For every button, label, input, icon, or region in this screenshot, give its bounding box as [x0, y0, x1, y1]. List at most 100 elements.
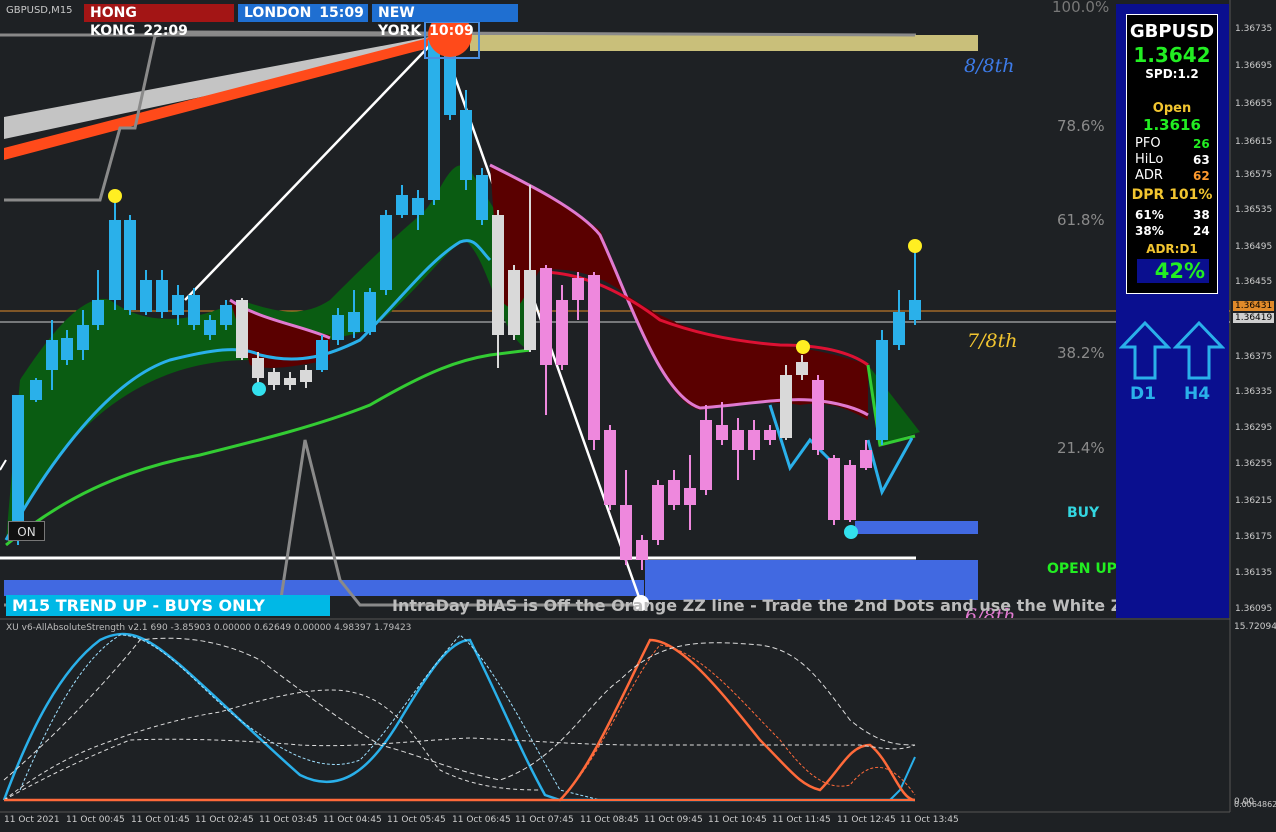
buy-signal-label: BUY [1067, 505, 1100, 521]
candle-body [716, 425, 728, 440]
candle-body [204, 320, 216, 335]
candle-body [540, 268, 552, 365]
murrey-label-8-8: 8/8th [964, 55, 1015, 77]
indicator-header: XU v6-AllAbsoluteStrength v2.1 690 -3.85… [6, 623, 412, 633]
candle-body [844, 465, 856, 520]
candle-body [780, 375, 792, 438]
candle-body [732, 430, 744, 450]
price-axis-label: 1.36375 [1235, 352, 1273, 362]
fib-label-214: 21.4% [1057, 439, 1105, 457]
open-up-signal-label: OPEN UP [1047, 561, 1117, 577]
murrey-label-7-8: 7/8th [967, 330, 1018, 352]
on-button[interactable]: ON [8, 521, 45, 541]
candle-body [748, 430, 760, 450]
candle-body [412, 198, 424, 215]
stat-label-hilo: HiLo [1135, 152, 1164, 167]
chart-window[interactable]: GBPUSD,M15 HONG KONG 22:09 LONDON 15:09 NEW … [0, 0, 1276, 832]
candle-body [556, 300, 568, 365]
time-axis-label: 11 Oct 06:45 [452, 815, 511, 825]
time-axis-label: 11 Oct 02:45 [195, 815, 254, 825]
price-axis-label: 1.36455 [1235, 277, 1273, 287]
cyan-dot-2 [844, 525, 858, 539]
indicator-axis-bottom: 0.0064862 [1234, 800, 1276, 809]
symbol-timeframe-label: GBPUSD,M15 [6, 5, 73, 16]
time-axis-label: 11 Oct 10:45 [708, 815, 767, 825]
candle-body [380, 215, 392, 290]
candle-body [316, 340, 328, 370]
price-axis-label: 1.36419 [1233, 313, 1275, 323]
price-axis-label: 1.36431 [1233, 301, 1275, 311]
session-clock-hong-kong: HONG KONG 22:09 [84, 4, 234, 39]
arrow-label-d1: D1 [1130, 384, 1156, 404]
price-axis-label: 1.36095 [1235, 604, 1273, 614]
candle-body [668, 480, 680, 505]
candle-body [236, 300, 248, 358]
time-axis-label: 11 Oct 2021 [4, 815, 60, 825]
candle-body [764, 430, 776, 440]
candle-body [428, 40, 440, 200]
candle-body [46, 340, 58, 370]
d1-up-arrow-icon [1119, 320, 1171, 380]
price-axis-label: 1.36215 [1235, 496, 1273, 506]
fib-label-100: 100.0% [1052, 0, 1110, 16]
candle-body [796, 362, 808, 375]
candle-body [893, 312, 905, 345]
cyan-dot-1 [252, 382, 266, 396]
session-name: HONG KONG [90, 5, 137, 39]
fib-label-786: 78.6% [1057, 117, 1105, 135]
stat-value-adr: 62 [1193, 169, 1210, 183]
fib-row-label-38: 38% [1135, 224, 1164, 238]
adr-percent-box: 42% [1137, 259, 1209, 283]
dashboard-open-value: 1.3616 [1143, 116, 1201, 134]
candle-body [92, 300, 104, 325]
dashboard-box: GBPUSD 1.3642 SPD:1.2 Open 1.3616 PFO 26… [1126, 14, 1218, 294]
stat-label-pfo: PFO [1135, 136, 1161, 151]
time-axis-label: 11 Oct 07:45 [515, 815, 574, 825]
price-axis-label: 1.36335 [1235, 387, 1273, 397]
candle-body [572, 278, 584, 300]
dashboard-dpr: DPR 101% [1131, 187, 1213, 203]
candle-body [860, 450, 872, 468]
candle-body [109, 220, 121, 300]
yellow-dot-3 [908, 239, 922, 253]
price-axis-label: 1.36135 [1235, 568, 1273, 578]
candle-body [140, 280, 152, 312]
session-name: LONDON [244, 5, 312, 21]
dashboard-spread: SPD:1.2 [1145, 67, 1199, 81]
candle-body [61, 338, 73, 360]
dashboard-panel: GBPUSD 1.3642 SPD:1.2 Open 1.3616 PFO 26… [1116, 4, 1229, 618]
fib-row-value-38: 24 [1193, 224, 1210, 238]
time-axis-label: 11 Oct 03:45 [259, 815, 318, 825]
candle-body [30, 380, 42, 400]
time-axis-label: 11 Oct 08:45 [580, 815, 639, 825]
price-axis-label: 1.36695 [1235, 61, 1273, 71]
candle-body [588, 275, 600, 440]
time-axis-label: 11 Oct 01:45 [131, 815, 190, 825]
candle-body [700, 420, 712, 490]
fib-label-618: 61.8% [1057, 211, 1105, 229]
candle-body [124, 220, 136, 310]
stat-value-pfo: 26 [1193, 137, 1210, 151]
lower-zone [4, 580, 644, 596]
arrow-label-h4: H4 [1184, 384, 1211, 404]
candle-body [396, 195, 408, 215]
candle-body [156, 280, 168, 312]
candle-body [476, 175, 488, 220]
candle-body [620, 505, 632, 560]
session-time: 10:09 [429, 23, 474, 39]
candle-body [188, 295, 200, 325]
price-axis-label: 1.36295 [1235, 423, 1273, 433]
yellow-dot-2 [796, 340, 810, 354]
candle-body [524, 270, 536, 350]
candle-body [268, 372, 280, 385]
candle-body [220, 305, 232, 325]
candle-body [828, 458, 840, 520]
buy-zone [855, 521, 978, 534]
candle-body [636, 540, 648, 560]
candle-body [364, 292, 376, 332]
indicator-plot-area[interactable] [0, 620, 1230, 812]
candle-body [172, 295, 184, 315]
time-axis-label: 11 Oct 00:45 [66, 815, 125, 825]
candle-body [876, 340, 888, 440]
dashboard-open-label: Open [1152, 101, 1192, 116]
